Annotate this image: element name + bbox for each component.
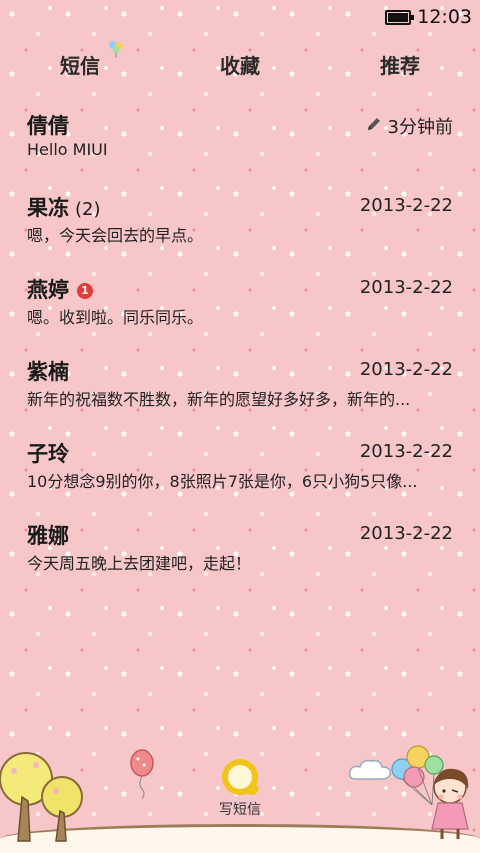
balloon-badge-icon	[108, 40, 124, 62]
message-time: 2013-2-22	[359, 359, 453, 380]
message-preview: 新年的祝福数不胜数，新年的愿望好多好多，新年的...	[27, 390, 411, 409]
status-bar: 12:03	[0, 0, 480, 36]
conversation-item[interactable]: 果冻 (2) 2013-2-22 嗯，今天会回去的早点。	[0, 186, 480, 268]
contact-name: 倩倩	[27, 114, 69, 138]
tab-recommended-label: 推荐	[380, 54, 420, 78]
message-time: 2013-2-22	[359, 441, 453, 462]
footer: 写短信	[0, 743, 480, 853]
contact-name: 紫楠	[27, 360, 69, 384]
contact-name: 果冻	[27, 196, 69, 220]
message-time: 2013-2-22	[359, 195, 453, 216]
conversation-item[interactable]: 燕婷 1 2013-2-22 嗯。收到啦。同乐同乐。	[0, 268, 480, 350]
compose-button[interactable]: 写短信	[216, 759, 264, 819]
message-preview: 今天周五晚上去团建吧，走起！	[27, 554, 252, 573]
tree-illustration-icon	[0, 745, 86, 849]
message-preview: 10分想念9别的你，8张照片7张是你，6只小狗5只像...	[27, 472, 418, 491]
conversation-item[interactable]: 子玲 2013-2-22 10分想念9别的你，8张照片7张是你，6只小狗5只像.…	[0, 432, 480, 514]
conversation-item[interactable]: 倩倩 3分钟前 Hello MIUI	[0, 104, 480, 186]
tab-favorites[interactable]: 收藏	[220, 50, 260, 79]
girl-with-balloons-icon	[388, 743, 480, 847]
conversation-item[interactable]: 紫楠 2013-2-22 新年的祝福数不胜数，新年的愿望好多好多，新年的...	[0, 350, 480, 432]
tab-messages[interactable]: 短信	[60, 50, 100, 79]
conversation-list: 倩倩 3分钟前 Hello MIUI 果冻 (2) 2013-2-22 嗯，今天会…	[0, 104, 480, 596]
conversation-item[interactable]: 雅娜 2013-2-22 今天周五晚上去团建吧，走起！	[0, 514, 480, 596]
status-time: 12:03	[417, 6, 472, 28]
tab-messages-label: 短信	[60, 54, 100, 78]
tab-favorites-label: 收藏	[220, 54, 260, 78]
message-time: 3分钟前	[387, 117, 453, 138]
draft-pencil-icon	[366, 116, 382, 137]
unread-badge: 1	[77, 283, 93, 299]
cloud-icon	[348, 757, 392, 787]
contact-name: 子玲	[27, 442, 69, 466]
message-time: 2013-2-22	[359, 277, 453, 298]
tab-recommended[interactable]: 推荐	[380, 50, 420, 79]
contact-name: 雅娜	[27, 524, 69, 548]
message-preview: 嗯，今天会回去的早点。	[27, 226, 204, 245]
message-preview: Hello MIUI	[27, 140, 108, 159]
message-time: 2013-2-22	[359, 523, 453, 544]
message-count: (2)	[75, 199, 101, 220]
contact-name: 燕婷	[27, 278, 69, 302]
balloon-icon	[128, 749, 156, 803]
tab-bar: 短信 收藏 推荐	[0, 41, 480, 84]
compose-message-icon	[222, 759, 258, 795]
message-preview: 嗯。收到啦。同乐同乐。	[27, 308, 204, 327]
battery-icon	[385, 9, 415, 25]
compose-label: 写短信	[219, 802, 261, 818]
